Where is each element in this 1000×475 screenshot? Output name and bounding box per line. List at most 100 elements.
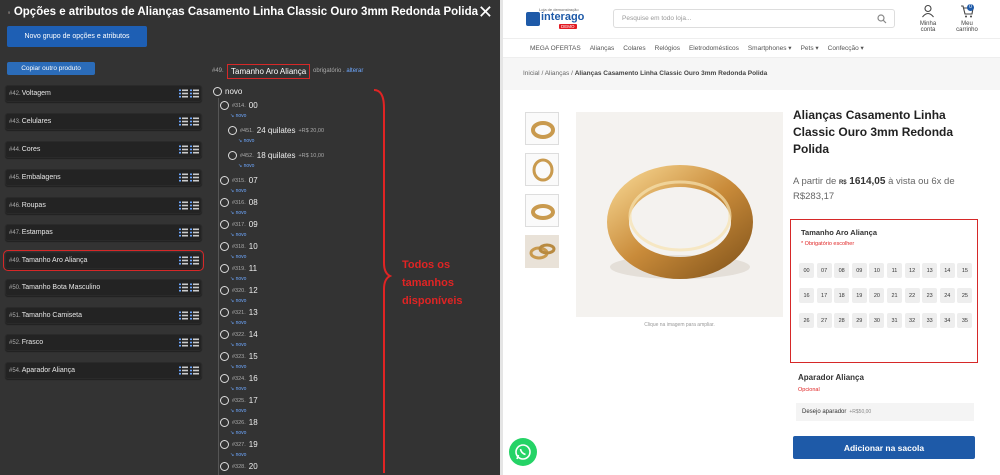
size-chip[interactable]: 09 [851, 263, 867, 278]
option-item[interactable]: #324. 16 [220, 374, 258, 383]
size-chip[interactable]: 24 [939, 288, 955, 303]
thumbnail[interactable] [525, 112, 559, 145]
nav-item[interactable]: Relógios [655, 45, 680, 52]
nav-item[interactable]: Smartphones ▾ [748, 44, 792, 52]
size-chip[interactable]: 23 [922, 288, 938, 303]
option-item[interactable]: #317. 09 [220, 220, 258, 229]
list-icon[interactable] [190, 145, 199, 154]
thumbnail[interactable] [525, 235, 559, 268]
whatsapp-icon[interactable] [509, 438, 537, 466]
search-icon[interactable] [877, 14, 887, 24]
size-chip[interactable]: 07 [816, 263, 832, 278]
group-item[interactable]: #51. Tamanho Camiseta [5, 307, 202, 324]
size-chip[interactable]: 13 [922, 263, 938, 278]
thumbnail[interactable] [525, 194, 559, 227]
option-item[interactable]: #451. 24 quilates +R$ 20,00 [228, 126, 324, 135]
size-chip[interactable]: 20 [869, 288, 885, 303]
add-sub-option-link[interactable]: ↘ novo [230, 342, 246, 348]
list-icon[interactable] [179, 173, 188, 182]
option-item[interactable]: #321. 13 [220, 308, 258, 317]
size-chip[interactable]: 33 [922, 313, 938, 328]
list-icon[interactable] [179, 145, 188, 154]
group-item[interactable]: #45. Embalagens [5, 169, 202, 186]
add-sub-option-link[interactable]: ↘ novo [230, 320, 246, 326]
copy-product-button[interactable]: Copiar outro produto [7, 62, 95, 75]
size-chip[interactable]: 00 [799, 263, 814, 278]
list-icon[interactable] [190, 256, 199, 265]
group-item[interactable]: #50. Tamanho Bota Masculino [5, 279, 202, 296]
size-chip[interactable]: 26 [799, 313, 814, 328]
nav-item[interactable]: MEGA OFERTAS [530, 45, 581, 52]
list-icon[interactable] [190, 117, 199, 126]
add-sub-option-link[interactable]: ↘ novo [230, 408, 246, 414]
nav-item[interactable]: Confecção ▾ [828, 44, 864, 52]
list-icon[interactable] [190, 201, 199, 210]
list-icon[interactable] [190, 366, 199, 375]
size-chip[interactable]: 15 [957, 263, 973, 278]
new-group-button[interactable]: Novo grupo de opções e atributos [7, 26, 147, 47]
size-chip[interactable]: 28 [834, 313, 850, 328]
accessory-option[interactable]: Desejo aparador +R$50,00 [796, 403, 974, 421]
option-item[interactable]: #327. 19 [220, 440, 258, 449]
size-chip[interactable]: 35 [957, 313, 973, 328]
logo-mark[interactable] [526, 12, 540, 26]
group-item[interactable]: #44. Cores [5, 141, 202, 158]
list-icon[interactable] [190, 173, 199, 182]
close-icon[interactable]: ✕ [478, 3, 493, 21]
list-icon[interactable] [179, 228, 188, 237]
add-sub-option-link[interactable]: ↘ novo [230, 188, 246, 194]
option-item[interactable]: #315. 07 [220, 176, 258, 185]
option-item[interactable]: #323. 15 [220, 352, 258, 361]
size-chip[interactable]: 25 [957, 288, 973, 303]
list-icon[interactable] [179, 338, 188, 347]
add-sub-option-link[interactable]: ↘ novo [230, 364, 246, 370]
add-sub-option-link[interactable]: ↘ novo [230, 276, 246, 282]
size-chip[interactable]: 10 [869, 263, 885, 278]
size-chip[interactable]: 08 [834, 263, 850, 278]
list-icon[interactable] [179, 366, 188, 375]
add-sub-option-link[interactable]: ↘ novo [230, 113, 246, 119]
list-icon[interactable] [190, 283, 199, 292]
option-item[interactable]: #318. 10 [220, 242, 258, 251]
size-chip[interactable]: 34 [939, 313, 955, 328]
group-item[interactable]: #46. Roupas [5, 197, 202, 214]
size-chip[interactable]: 21 [887, 288, 902, 303]
size-chip[interactable]: 32 [904, 313, 920, 328]
account-link[interactable]: Minha conta [916, 4, 940, 34]
option-item[interactable]: #316. 08 [220, 198, 258, 207]
group-item[interactable]: #47. Estampas [5, 224, 202, 241]
size-chip[interactable]: 17 [816, 288, 832, 303]
nav-item[interactable]: Colares [623, 45, 645, 52]
group-item[interactable]: #54. Aparador Aliança [5, 362, 202, 379]
add-sub-option-link[interactable]: ↘ novo [230, 386, 246, 392]
option-item[interactable]: #326. 18 [220, 418, 258, 427]
list-icon[interactable] [179, 256, 188, 265]
list-icon[interactable] [179, 89, 188, 98]
size-chip[interactable]: 11 [887, 263, 902, 278]
option-item[interactable]: #325. 17 [220, 396, 258, 405]
size-chip[interactable]: 31 [887, 313, 902, 328]
group-item[interactable]: #42. Voltagem [5, 85, 202, 102]
option-item[interactable]: #314. 00 [220, 101, 258, 110]
nav-item[interactable]: Eletrodomésticos [689, 45, 739, 52]
add-sub-option-link[interactable]: ↘ novo [230, 452, 246, 458]
list-icon[interactable] [179, 117, 188, 126]
group-item[interactable]: #49. Tamanho Aro Aliança [3, 250, 204, 271]
size-chip[interactable]: 29 [851, 313, 867, 328]
option-new-root[interactable]: novo [213, 87, 242, 96]
list-icon[interactable] [190, 311, 199, 320]
list-icon[interactable] [190, 89, 199, 98]
thumbnail[interactable] [525, 153, 559, 186]
add-sub-option-link[interactable]: ↘ novo [230, 298, 246, 304]
option-item[interactable]: #328. 20 [220, 462, 258, 471]
size-chip[interactable]: 14 [939, 263, 955, 278]
list-icon[interactable] [190, 338, 199, 347]
group-item[interactable]: #43. Celulares [5, 113, 202, 130]
add-sub-option-link[interactable]: ↘ novo [230, 232, 246, 238]
crumb-home[interactable]: Inicial [523, 70, 540, 77]
option-item[interactable]: #319. 11 [220, 264, 257, 273]
size-chip[interactable]: 12 [904, 263, 920, 278]
logo-word[interactable]: interago [541, 11, 584, 23]
option-item[interactable]: #452. 18 quilates +R$ 10,00 [228, 151, 324, 160]
list-icon[interactable] [190, 228, 199, 237]
